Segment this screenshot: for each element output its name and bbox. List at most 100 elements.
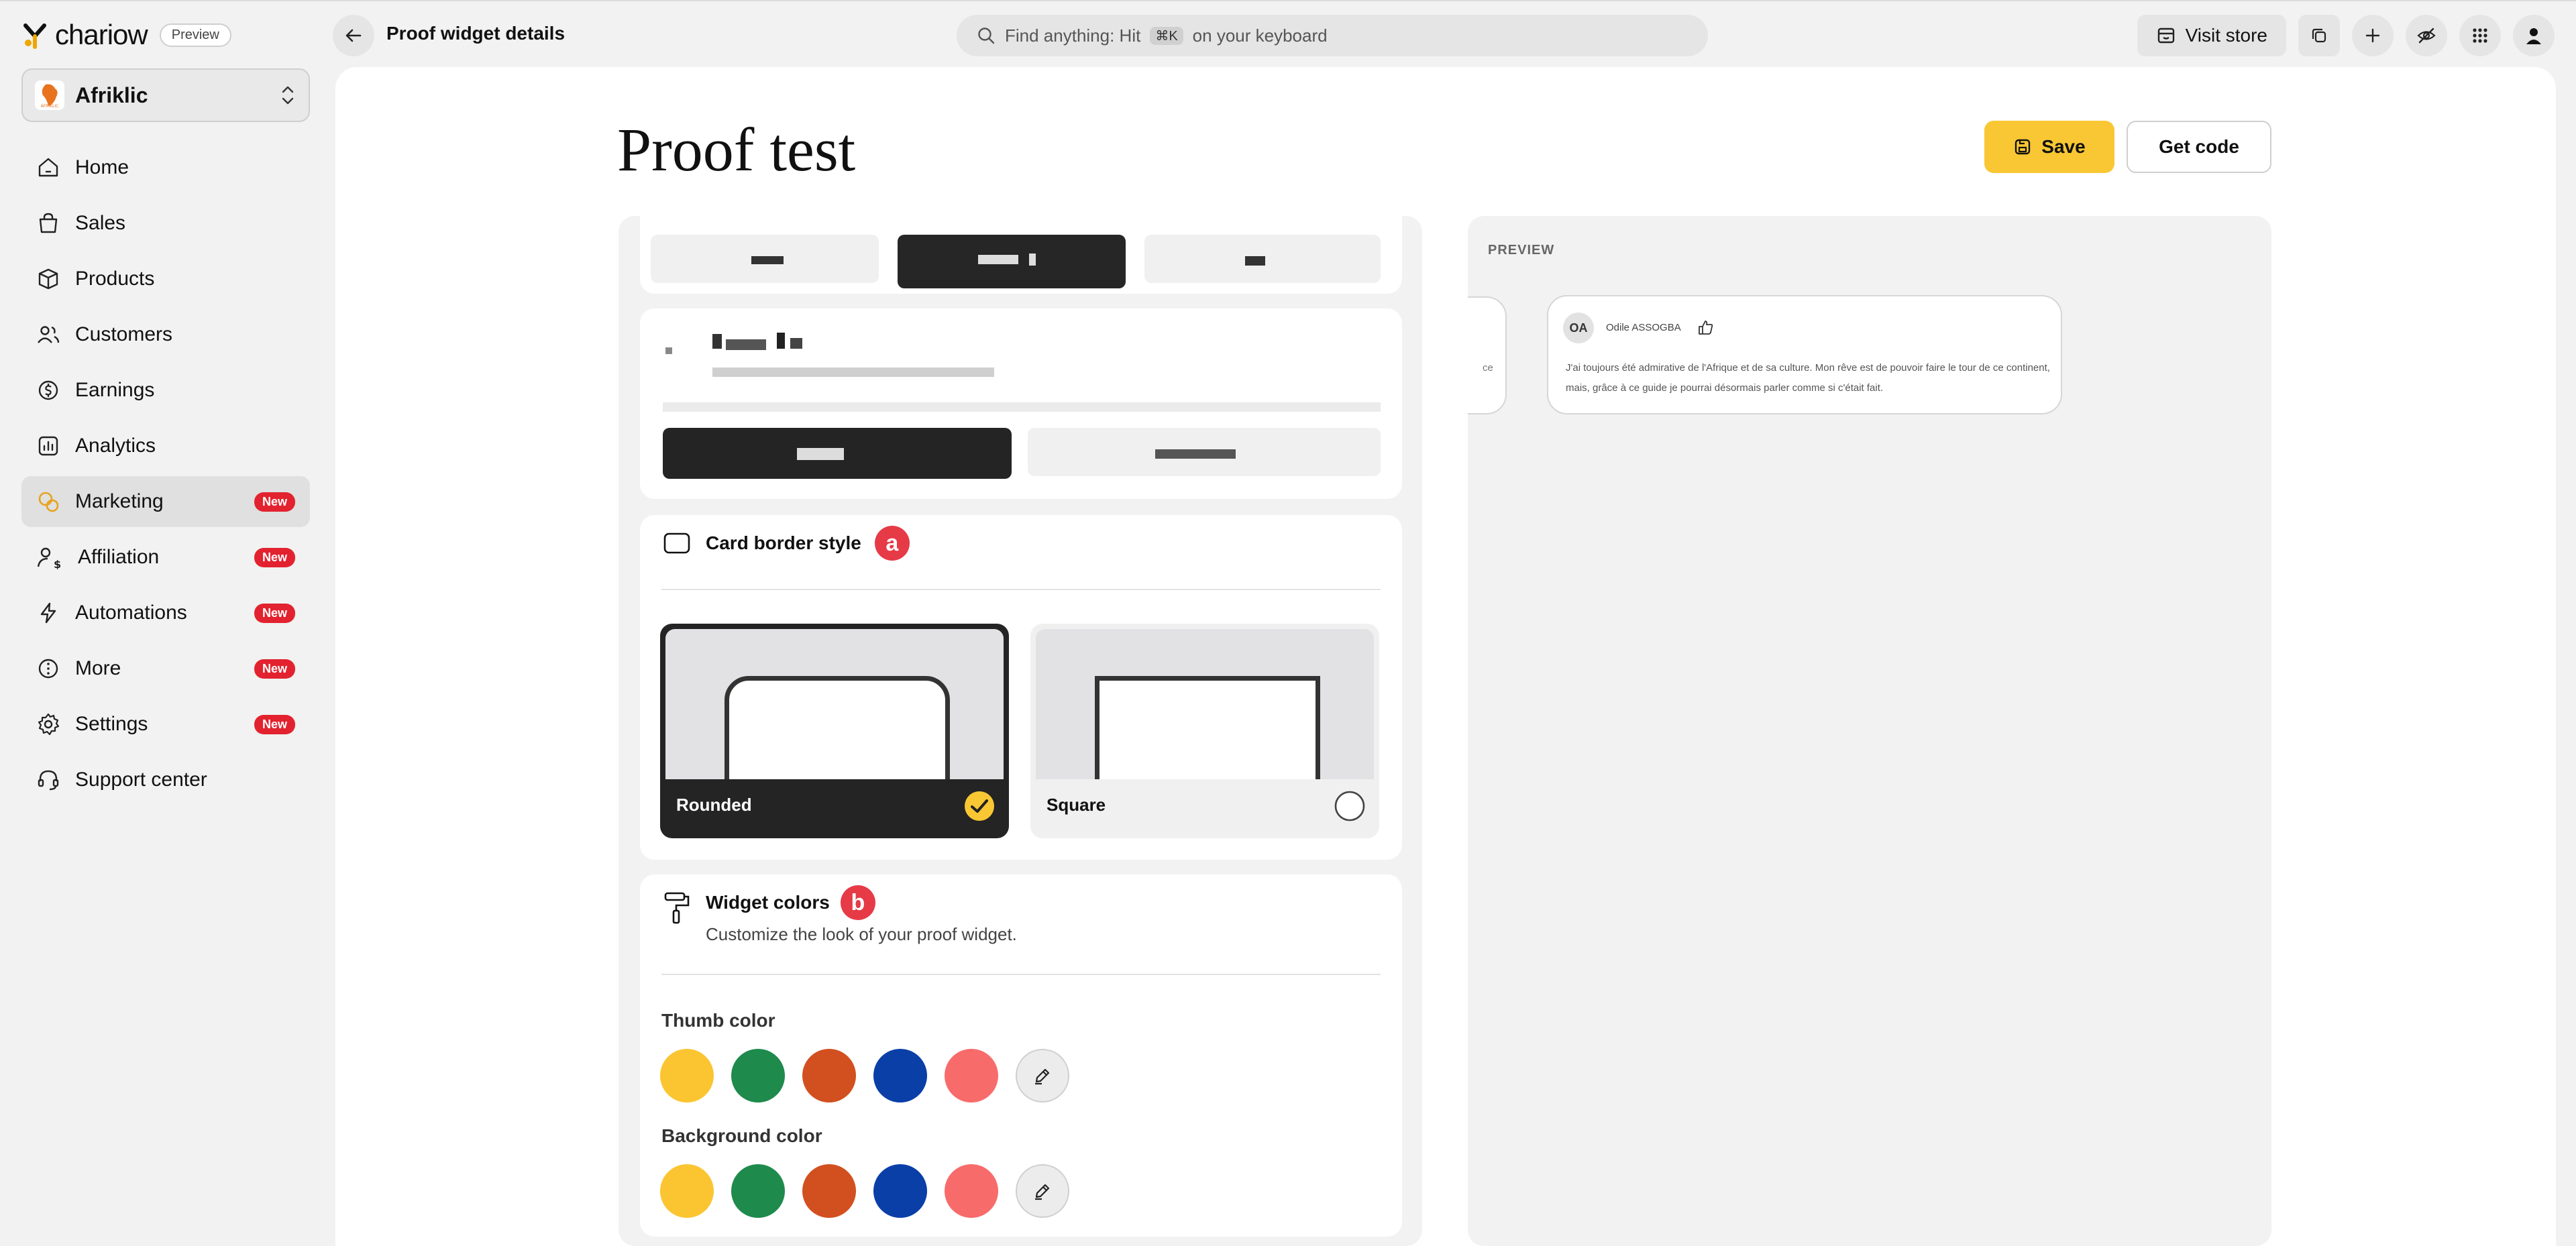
sidebar-item-home[interactable]: Home [21,142,310,193]
chariow-logo-icon [21,20,48,50]
account-button[interactable] [2513,15,2555,56]
sidebar-nav: Home Sales Products Customers Earnings A… [21,142,310,810]
option-toggle-selected[interactable] [663,428,1012,479]
option-label: Rounded [676,795,752,815]
review-card-partial: ce [1468,296,1507,414]
color-swatch-orange[interactable] [802,1164,856,1218]
sidebar-item-label: Settings [75,713,148,735]
new-badge: New [254,659,295,679]
option-tab[interactable] [651,235,879,283]
store-name: Afriklic [75,82,148,107]
option-label: Square [1046,795,1106,815]
add-button[interactable] [2352,15,2394,56]
option-tab[interactable] [1144,235,1381,283]
save-button[interactable]: Save [1984,121,2114,173]
option-toggle[interactable] [1028,428,1381,476]
section-title: Widget colors [706,892,830,913]
sidebar-item-analytics[interactable]: Analytics [21,420,310,471]
square-outline-icon [661,528,692,559]
sidebar-item-support-center[interactable]: Support center [21,754,310,805]
gear-icon [36,712,60,736]
lightning-icon [36,601,60,625]
store-switcher[interactable]: AFRIKLIC Afriklic [21,68,310,122]
marketing-icon [36,490,60,514]
sidebar-item-label: Earnings [75,379,155,401]
save-icon [2013,137,2032,156]
sidebar-item-products[interactable]: Products [21,253,310,304]
section-title: Card border style [706,532,861,553]
custom-color-picker-button[interactable] [1016,1164,1069,1218]
sidebar-item-automations[interactable]: Automations New [21,587,310,638]
new-badge: New [254,714,295,734]
headset-icon [36,768,60,792]
brand[interactable]: chariow Preview [21,17,231,52]
sidebar-item-sales[interactable]: Sales [21,198,310,249]
search-bar[interactable]: Find anything: Hit ⌘K on your keyboard [957,15,1708,56]
paint-roller-icon [661,891,692,925]
hide-button[interactable] [2406,15,2447,56]
color-swatch-coral[interactable] [945,1049,998,1102]
custom-color-picker-button[interactable] [1016,1049,1069,1102]
preview-label: PREVIEW [1488,243,1555,258]
border-option-rounded[interactable]: Rounded [660,624,1009,838]
page-title: Proof test [617,115,856,184]
search-icon [977,26,996,45]
divider [661,589,1381,590]
color-swatch-yellow[interactable] [660,1049,714,1102]
copy-button[interactable] [2298,15,2340,56]
display-options-card [640,308,1402,499]
sidebar-item-settings[interactable]: Settings New [21,699,310,750]
store-logo: AFRIKLIC [35,80,64,110]
new-badge: New [254,603,295,623]
review-card: OA Odile ASSOGBA J'ai toujours été admir… [1547,295,2062,414]
sidebar-item-more[interactable]: More New [21,643,310,694]
get-code-button[interactable]: Get code [2127,121,2271,173]
option-tab-selected[interactable] [898,235,1126,288]
storefront-icon [2156,25,2176,46]
partial-review-text: ce [1483,362,1493,374]
sidebar-item-earnings[interactable]: Earnings [21,365,310,416]
earnings-icon [36,378,60,402]
apps-button[interactable] [2459,15,2501,56]
box-icon [36,267,60,291]
back-button[interactable] [333,15,374,56]
preview-badge: Preview [159,23,231,47]
sidebar-item-label: Products [75,268,155,290]
plus-icon [2364,27,2381,44]
card-border-style-header: Card border style a [661,526,910,561]
avatar: OA [1563,313,1594,343]
annotation-marker-b: b [840,885,875,920]
background-color-swatches [660,1164,1069,1218]
color-swatch-green[interactable] [731,1049,785,1102]
color-swatch-yellow[interactable] [660,1164,714,1218]
search-placeholder-prefix: Find anything: Hit [1005,25,1141,46]
thumb-color-swatches [660,1049,1069,1102]
widget-colors-section: Widget colors b Customize the look of yo… [640,874,1402,1237]
search-placeholder-suffix: on your keyboard [1192,25,1328,46]
thumb-color-label: Thumb color [661,1010,775,1031]
copy-icon [2310,26,2328,45]
layout-options-card [640,216,1402,294]
color-swatch-blue[interactable] [873,1049,927,1102]
pencil-icon [1032,1181,1053,1201]
sidebar-item-customers[interactable]: Customers [21,309,310,360]
eye-off-icon [2416,25,2436,46]
sidebar-item-marketing[interactable]: Marketing New [21,476,310,527]
card-border-style-section: Card border style a Rounded Square [640,515,1402,860]
visit-store-button[interactable]: Visit store [2137,15,2286,56]
square-preview-thumb [1036,629,1374,779]
color-swatch-blue[interactable] [873,1164,927,1218]
sidebar-item-label: Home [75,156,129,178]
border-option-square[interactable]: Square [1030,624,1379,838]
more-icon [36,657,60,681]
color-swatch-green[interactable] [731,1164,785,1218]
color-swatch-coral[interactable] [945,1164,998,1218]
sidebar-item-affiliation[interactable]: $ Affiliation New [21,532,310,583]
check-circle-icon [963,790,996,822]
visit-store-label: Visit store [2185,25,2267,46]
color-swatch-orange[interactable] [802,1049,856,1102]
sidebar-item-label: Sales [75,212,126,234]
settings-column: Card border style a Rounded Square Widge… [619,216,1422,1246]
widget-colors-header: Widget colors b Customize the look of yo… [661,885,1017,945]
annotation-marker-a: a [874,526,910,561]
